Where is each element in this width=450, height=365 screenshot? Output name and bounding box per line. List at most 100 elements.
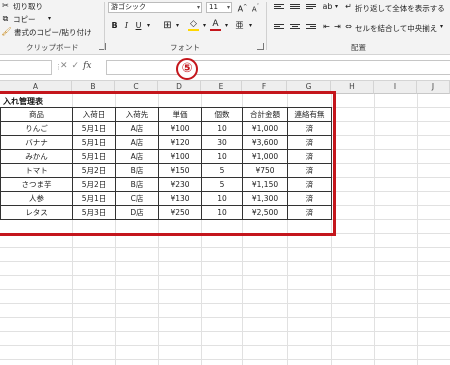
table-cell[interactable]: 10 [201,205,243,220]
decrease-indent-icon[interactable]: ⇤ [321,21,332,32]
name-box[interactable] [0,60,52,75]
table-cell[interactable]: 30 [201,135,243,150]
format-painter-button[interactable]: 書式のコピー/貼り付け [14,27,92,38]
chevron-down-icon[interactable]: ▾ [44,13,55,24]
table-cell[interactable]: 済 [287,177,332,192]
cut-button[interactable]: 切り取り [13,1,43,12]
table-header-cell[interactable]: 入荷先 [115,107,159,122]
table-cell[interactable]: B店 [115,163,159,178]
column-header[interactable]: B [72,81,115,94]
table-cell[interactable]: 5 [201,163,243,178]
table-cell[interactable]: 5月2日 [72,163,116,178]
chevron-down-icon[interactable]: ▾ [221,20,232,31]
table-cell[interactable]: 済 [287,205,332,220]
table-cell[interactable]: 10 [201,191,243,206]
table-cell[interactable]: ¥750 [242,163,288,178]
table-cell[interactable]: ¥250 [158,205,202,220]
table-cell[interactable]: ¥1,000 [242,149,288,164]
sheet-title-cell[interactable]: 入れ管理表 [3,96,43,107]
merge-center-icon[interactable]: ⇔ [343,21,354,32]
table-cell[interactable]: B店 [115,177,159,192]
table-cell[interactable]: 済 [287,121,332,136]
scissors-icon[interactable]: ✂ [0,0,11,11]
table-cell[interactable]: 済 [287,163,332,178]
column-header[interactable]: E [201,81,242,94]
align-middle-icon[interactable] [290,4,300,12]
table-header-cell[interactable]: 単価 [158,107,202,122]
table-cell[interactable]: 済 [287,135,332,150]
align-bottom-icon[interactable] [306,4,316,12]
table-cell[interactable]: ¥1,300 [242,191,288,206]
enter-icon[interactable]: ✓ [72,61,80,71]
table-cell[interactable]: A店 [115,121,159,136]
italic-button[interactable]: I [121,20,132,31]
table-cell[interactable]: ¥1,000 [242,121,288,136]
align-top-icon[interactable] [274,4,284,12]
table-cell[interactable]: A店 [115,149,159,164]
table-header-cell[interactable]: 合計金額 [242,107,288,122]
font-name-select[interactable]: 游ゴシック ▾ [108,2,202,13]
chevron-down-icon[interactable]: ▾ [245,20,256,31]
table-header-cell[interactable]: 入荷日 [72,107,116,122]
table-cell[interactable]: りんご [0,121,73,136]
phonetic-icon[interactable]: 亜 [234,20,245,31]
table-cell[interactable]: トマト [0,163,73,178]
column-header[interactable]: I [374,81,417,94]
chevron-down-icon[interactable]: ▾ [199,20,210,31]
table-cell[interactable]: 10 [201,149,243,164]
table-cell[interactable]: ¥3,600 [242,135,288,150]
dialog-launcher-icon[interactable] [257,43,264,50]
column-header[interactable]: D [158,81,201,94]
table-cell[interactable]: 10 [201,121,243,136]
fill-color-icon[interactable]: ◇ [188,19,199,31]
table-cell[interactable]: 5 [201,177,243,192]
bold-button[interactable]: B [109,20,120,31]
wrap-text-icon[interactable]: ↵ [343,1,354,12]
formula-input[interactable] [106,60,450,75]
align-right-icon[interactable] [306,24,316,32]
table-cell[interactable]: ¥150 [158,163,202,178]
table-cell[interactable]: 済 [287,149,332,164]
font-color-icon[interactable]: A [210,19,221,31]
table-cell[interactable]: 人参 [0,191,73,206]
table-cell[interactable]: 5月1日 [72,191,116,206]
align-center-icon[interactable] [290,24,300,32]
table-cell[interactable]: C店 [115,191,159,206]
table-cell[interactable]: ¥100 [158,121,202,136]
font-size-select[interactable]: 11 ▾ [206,2,232,13]
column-header[interactable]: G [287,81,331,94]
align-left-icon[interactable] [274,24,284,32]
table-cell[interactable]: みかん [0,149,73,164]
table-cell[interactable]: 5月1日 [72,149,116,164]
table-cell[interactable]: D店 [115,205,159,220]
table-cell[interactable]: 5月2日 [72,177,116,192]
increase-font-size-icon[interactable]: A^ [237,2,248,14]
table-cell[interactable]: 5月1日 [72,121,116,136]
chevron-down-icon[interactable]: ▾ [436,21,447,32]
column-header[interactable]: C [115,81,158,94]
decrease-font-size-icon[interactable]: Aˇ [250,2,261,13]
copy-icon[interactable]: ⧉ [0,13,11,24]
wrap-text-button[interactable]: 折り返して全体を表示する [355,3,445,14]
table-header-cell[interactable]: 個数 [201,107,243,122]
table-cell[interactable]: ¥230 [158,177,202,192]
table-cell[interactable]: バナナ [0,135,73,150]
table-cell[interactable]: さつま芋 [0,177,73,192]
merge-center-button[interactable]: セルを結合して中央揃え [355,23,437,34]
column-header[interactable]: A [0,81,72,94]
table-cell[interactable]: ¥2,500 [242,205,288,220]
table-cell[interactable]: ¥120 [158,135,202,150]
table-cell[interactable]: 5月1日 [72,135,116,150]
copy-button[interactable]: コピー [13,14,36,25]
chevron-down-icon[interactable]: ▾ [172,20,183,31]
table-header-cell[interactable]: 商品 [0,107,73,122]
increase-indent-icon[interactable]: ⇥ [332,21,343,32]
table-header-cell[interactable]: 連絡有無 [287,107,332,122]
table-cell[interactable]: レタス [0,205,73,220]
table-cell[interactable]: A店 [115,135,159,150]
insert-function-icon[interactable]: fx [83,61,91,71]
table-cell[interactable]: ¥100 [158,149,202,164]
table-cell[interactable]: ¥1,150 [242,177,288,192]
table-cell[interactable]: 済 [287,191,332,206]
chevron-down-icon[interactable]: ▾ [143,20,154,31]
